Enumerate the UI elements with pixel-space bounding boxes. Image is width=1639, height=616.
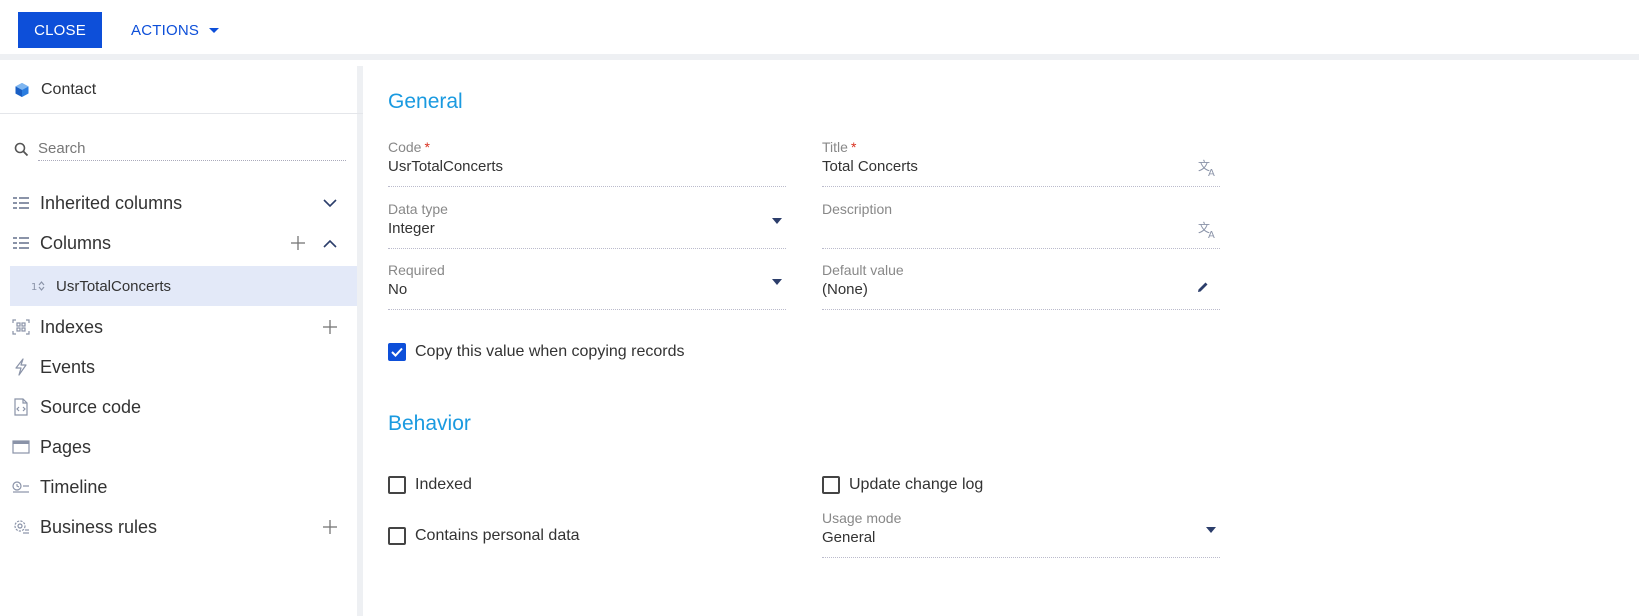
- section-title-general: General: [388, 90, 463, 113]
- translate-icon[interactable]: 文A: [1198, 220, 1218, 244]
- sidebar-item-label: Source code: [40, 396, 142, 417]
- indexed-checkbox[interactable]: Indexed: [388, 476, 472, 494]
- title-value: Total Concerts: [822, 158, 918, 175]
- chevron-up-icon[interactable]: [321, 234, 339, 252]
- svg-text:A: A: [1208, 230, 1215, 239]
- required-marker: *: [424, 139, 430, 155]
- columns-icon: [12, 194, 30, 212]
- code-label: Code *: [388, 139, 430, 155]
- integer-sort-icon: 1: [30, 277, 48, 295]
- copy-value-checkbox[interactable]: Copy this value when copying records: [388, 343, 684, 361]
- description-label: Description: [822, 201, 893, 217]
- usage-mode-value: General: [822, 529, 876, 546]
- sidebar-item-label: Events: [40, 356, 96, 377]
- usage-mode-label: Usage mode: [822, 510, 902, 526]
- translate-icon[interactable]: 文A: [1198, 158, 1218, 182]
- indexes-icon: [12, 318, 30, 336]
- code-value: UsrTotalConcerts: [388, 158, 504, 175]
- checkbox-unchecked[interactable]: [388, 527, 406, 545]
- sidebar-item-events[interactable]: Events: [0, 347, 357, 387]
- svg-text:A: A: [1208, 168, 1215, 177]
- usage-mode-select[interactable]: Usage mode General: [822, 510, 1220, 558]
- toolbar: CLOSE ACTIONS: [0, 0, 1639, 60]
- column-item-label: UsrTotalConcerts: [56, 277, 172, 295]
- column-item-usrtotalconcerts[interactable]: 1 UsrTotalConcerts: [10, 266, 357, 306]
- gear-rules-icon: [12, 518, 30, 536]
- chevron-down-icon[interactable]: [1206, 527, 1216, 533]
- required-label: Required: [388, 262, 445, 278]
- default-value-label: Default value: [822, 262, 904, 278]
- cube-icon: [13, 81, 31, 99]
- sidebar: Contact Inherited columns Columns: [0, 66, 363, 616]
- copy-value-label: Copy this value when copying records: [415, 343, 685, 360]
- sidebar-item-inherited-columns[interactable]: Inherited columns: [0, 183, 357, 223]
- sidebar-item-label: Pages: [40, 436, 92, 457]
- title-label: Title *: [822, 139, 857, 155]
- source-code-icon: [12, 398, 30, 416]
- default-value-value: (None): [822, 281, 868, 298]
- required-value: No: [388, 281, 408, 298]
- main-panel: General Code * UsrTotalConcerts Title * To…: [369, 66, 1639, 616]
- sidebar-item-indexes[interactable]: Indexes: [0, 307, 357, 347]
- entity-header[interactable]: Contact: [0, 66, 363, 114]
- section-title-behavior: Behavior: [388, 412, 471, 435]
- sidebar-item-pages[interactable]: Pages: [0, 427, 357, 467]
- code-field[interactable]: Code * UsrTotalConcerts: [388, 139, 786, 187]
- sidebar-item-label: Timeline: [40, 476, 108, 497]
- sidebar-item-columns[interactable]: Columns: [0, 223, 357, 263]
- sidebar-item-business-rules[interactable]: Business rules: [0, 507, 357, 547]
- required-select[interactable]: Required No: [388, 262, 786, 310]
- page-window-icon: [12, 438, 30, 456]
- lightning-icon: [12, 358, 30, 376]
- actions-dropdown[interactable]: ACTIONS: [131, 12, 220, 48]
- search-input[interactable]: [38, 137, 346, 161]
- title-field[interactable]: Title * Total Concerts 文A: [822, 139, 1220, 187]
- update-change-log-label: Update change log: [849, 476, 984, 493]
- pencil-icon[interactable]: [1196, 280, 1210, 299]
- actions-label: ACTIONS: [131, 21, 200, 39]
- default-value-field[interactable]: Default value (None): [822, 262, 1220, 310]
- sidebar-item-source-code[interactable]: Source code: [0, 387, 357, 427]
- plus-icon[interactable]: [321, 318, 339, 336]
- sidebar-item-label: Columns: [40, 232, 112, 253]
- update-change-log-checkbox[interactable]: Update change log: [822, 476, 983, 494]
- data-type-value: Integer: [388, 220, 435, 237]
- data-type-label: Data type: [388, 201, 448, 217]
- close-button[interactable]: CLOSE: [18, 12, 102, 48]
- chevron-down-icon[interactable]: [772, 279, 782, 285]
- search-box: [12, 136, 346, 162]
- personal-data-label: Contains personal data: [415, 527, 580, 544]
- search-icon: [12, 140, 30, 158]
- chevron-down-icon[interactable]: [772, 218, 782, 224]
- personal-data-checkbox[interactable]: Contains personal data: [388, 527, 580, 545]
- checkbox-unchecked[interactable]: [822, 476, 840, 494]
- entity-name: Contact: [41, 80, 97, 98]
- plus-icon[interactable]: [289, 234, 307, 252]
- sidebar-item-label: Inherited columns: [40, 192, 183, 213]
- required-marker: *: [850, 139, 857, 155]
- sidebar-item-label: Indexes: [40, 316, 104, 337]
- data-type-select[interactable]: Data type Integer: [388, 201, 786, 249]
- checkbox-unchecked[interactable]: [388, 476, 406, 494]
- sidebar-item-label: Business rules: [40, 516, 158, 537]
- indexed-label: Indexed: [415, 476, 472, 493]
- plus-icon[interactable]: [321, 518, 339, 536]
- caret-down-icon: [209, 27, 220, 33]
- timeline-icon: [12, 478, 30, 496]
- sidebar-item-timeline[interactable]: Timeline: [0, 467, 357, 507]
- checkbox-checked[interactable]: [388, 343, 406, 361]
- description-field[interactable]: Description 文A: [822, 201, 1220, 249]
- chevron-down-icon[interactable]: [321, 194, 339, 212]
- svg-text:1: 1: [31, 282, 37, 292]
- columns-icon: [12, 234, 30, 252]
